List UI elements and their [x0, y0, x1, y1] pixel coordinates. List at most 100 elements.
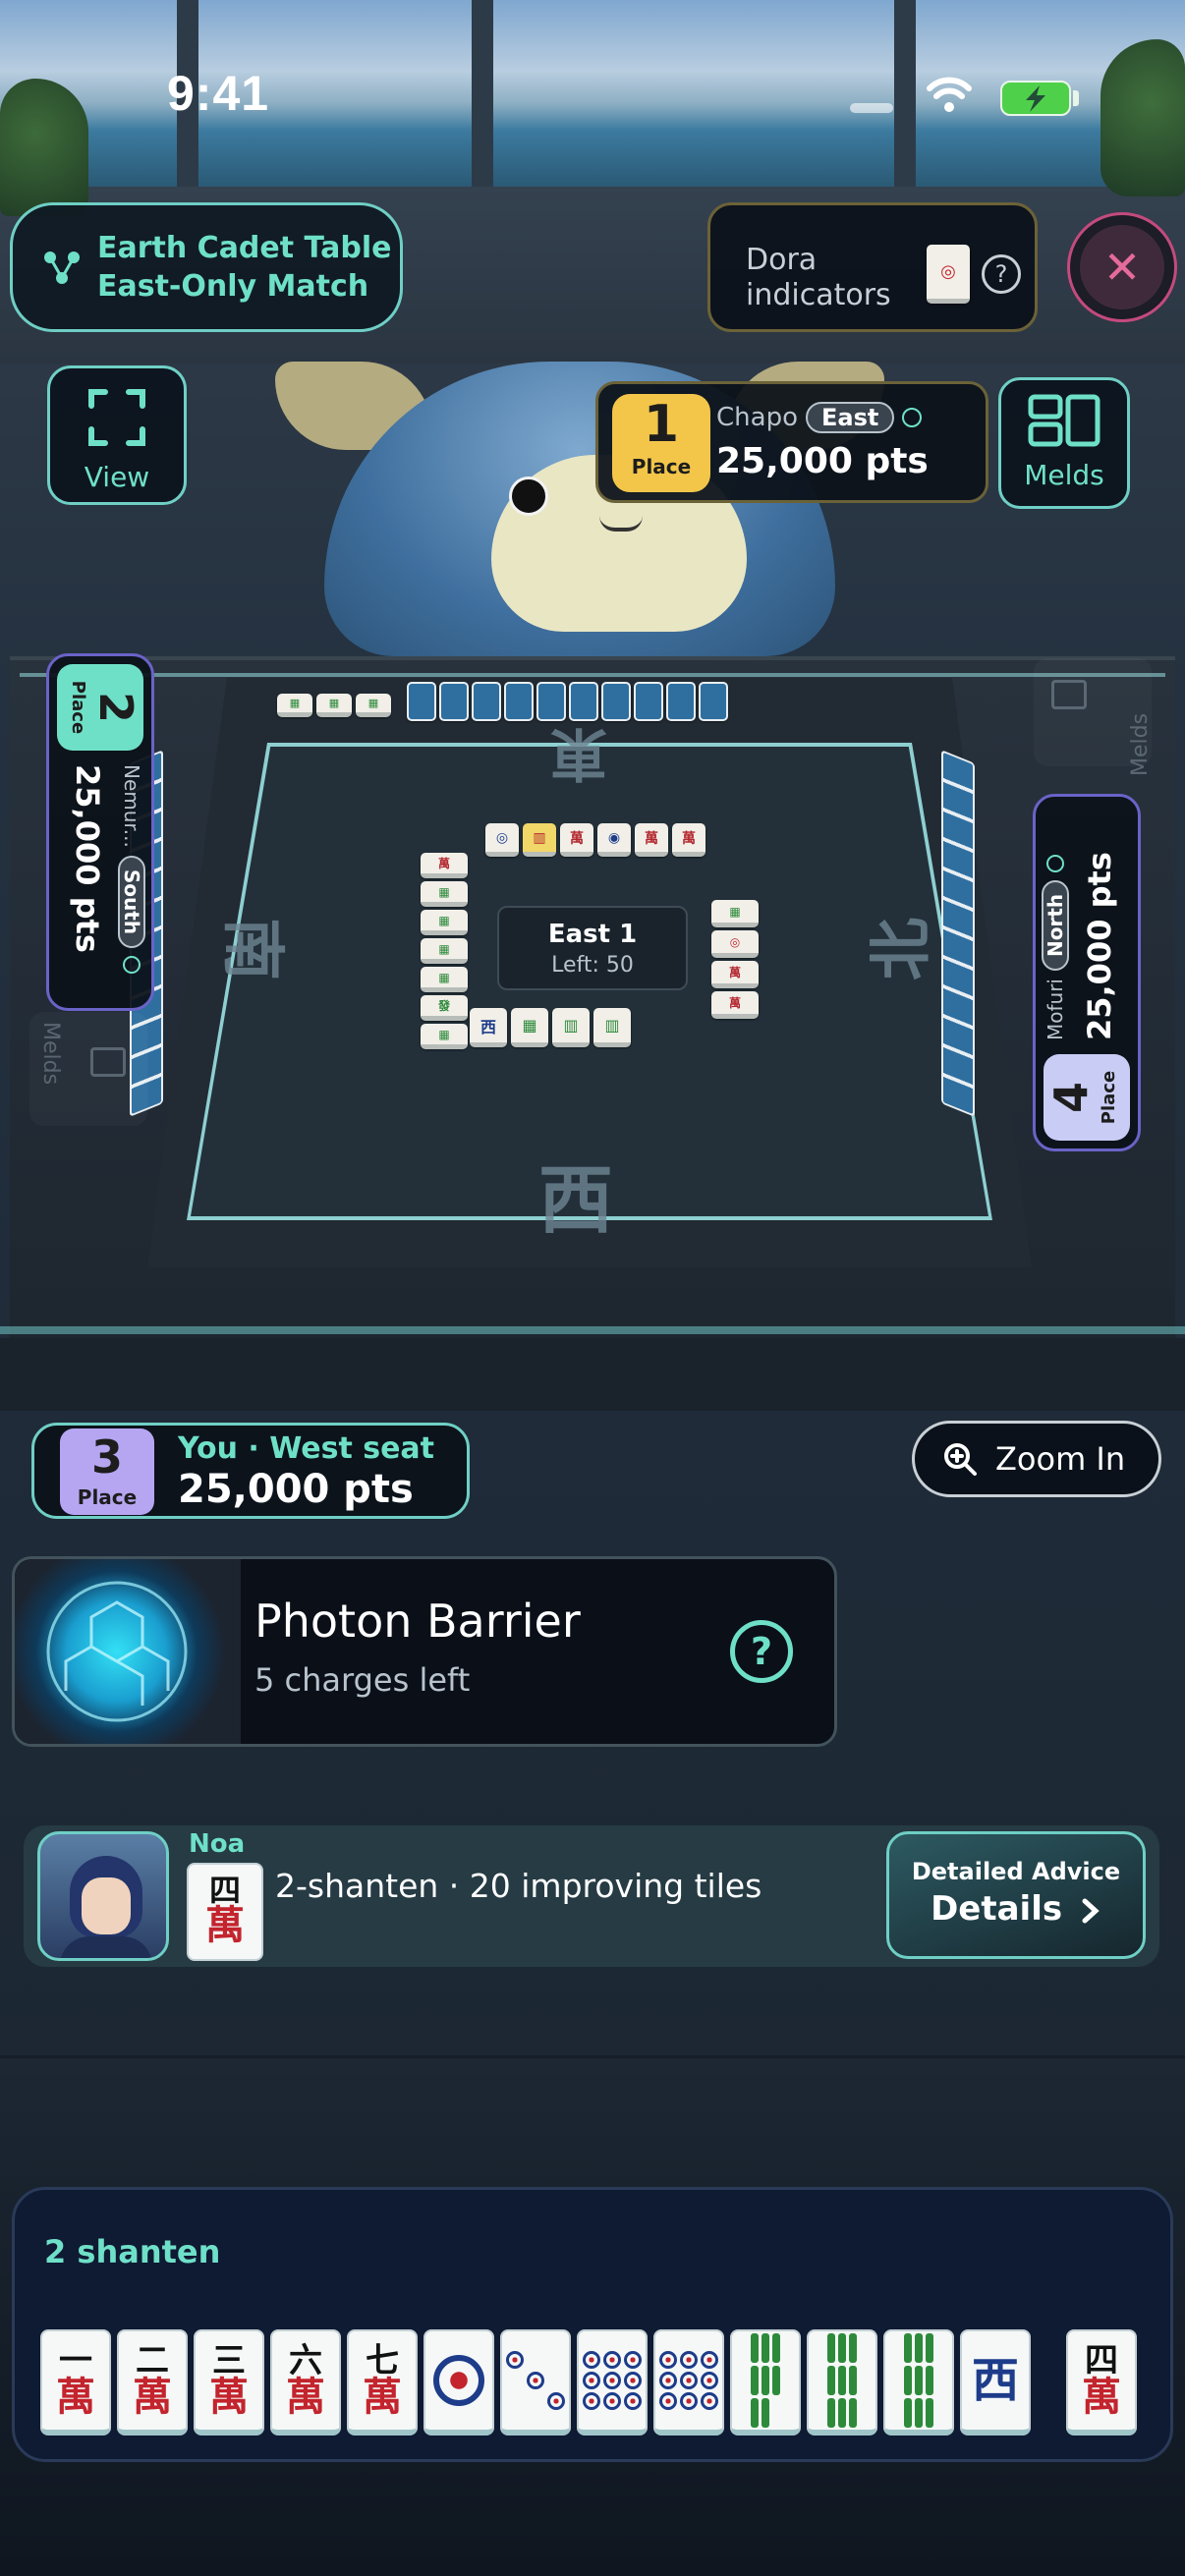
sou-sticks — [904, 2333, 933, 2428]
hand-tile[interactable] — [883, 2329, 954, 2436]
discard-tile: 萬 — [711, 991, 759, 1019]
pin-dot — [603, 2392, 621, 2410]
advisor-name: Noa — [189, 1829, 246, 1859]
seat-badge: South — [118, 855, 145, 949]
dora-indicators-panel[interactable]: Dora indicators ◎ ? — [707, 202, 1038, 332]
right-melds-button[interactable]: Melds — [1034, 658, 1153, 776]
hand-tile[interactable]: 七萬 — [347, 2329, 418, 2436]
bamboo-stick — [827, 2398, 835, 2428]
avatar-body — [60, 1936, 152, 1958]
pin-dot — [680, 2392, 698, 2410]
pin-dot — [433, 2355, 484, 2406]
tile-back — [504, 682, 534, 721]
close-button[interactable]: ✕ — [1067, 212, 1177, 322]
pin-dot — [701, 2392, 718, 2410]
hand-panel: 2 shanten 一萬二萬三萬六萬七萬西 四萬 — [12, 2187, 1173, 2462]
pin-dot — [583, 2392, 600, 2410]
pin-dot — [603, 2372, 621, 2389]
drawn-tile[interactable]: 四萬 — [1066, 2329, 1137, 2436]
hand-tile[interactable] — [730, 2329, 801, 2436]
discard-tile: ▦ — [421, 1024, 468, 1049]
table-rail — [20, 673, 1165, 677]
pin-dot — [680, 2351, 698, 2369]
top-player-hidden-hand — [407, 682, 728, 721]
divider — [0, 2055, 1185, 2058]
player-card-top[interactable]: 1 Place Chapo East 25,000 pts — [595, 381, 988, 503]
round-label: East 1 — [547, 920, 638, 949]
pin-dot — [547, 2392, 565, 2410]
hand-tile[interactable]: 一萬 — [40, 2329, 111, 2436]
hand-tile[interactable] — [807, 2329, 877, 2436]
bamboo-stick — [772, 2366, 780, 2395]
tile-back — [666, 682, 696, 721]
info-icon[interactable] — [1046, 854, 1064, 872]
your-points: 25,000 pts — [178, 1467, 414, 1512]
pin-dot — [701, 2351, 718, 2369]
dora-tile: ◎ — [927, 245, 970, 304]
wind-marker-west: 西 — [538, 1156, 613, 1244]
hand-tile[interactable]: 二萬 — [117, 2329, 188, 2436]
melds-button[interactable]: Melds — [998, 377, 1130, 509]
hand-tile[interactable]: 西 — [960, 2329, 1031, 2436]
hand-tile[interactable]: 三萬 — [194, 2329, 264, 2436]
hand-tile[interactable] — [423, 2329, 494, 2436]
details-caption: Detailed Advice — [911, 1858, 1121, 1885]
player-name: Mofuri — [1044, 979, 1067, 1040]
hand-tile[interactable] — [577, 2329, 648, 2436]
bamboo-stick — [915, 2366, 923, 2395]
bamboo-stick — [762, 2366, 769, 2395]
pin-dot — [583, 2351, 600, 2369]
discard-tile: ◎ — [711, 930, 759, 958]
skill-panel[interactable]: Photon Barrier 5 charges left ? — [12, 1556, 837, 1747]
hand-tile[interactable] — [500, 2329, 571, 2436]
discard-tile: ◉ — [597, 823, 631, 857]
skill-name: Photon Barrier — [254, 1595, 581, 1648]
bamboo-stick — [904, 2398, 912, 2428]
hand-tile[interactable] — [653, 2329, 724, 2436]
table-info-pill[interactable]: Earth Cadet Table East-Only Match — [10, 202, 403, 332]
place-badge: 3 Place — [60, 1428, 154, 1515]
player-card-you: 3 Place You · West seat 25,000 pts — [31, 1423, 470, 1519]
discard-tile: ▦ — [511, 1008, 548, 1047]
sou-sticks — [751, 2333, 780, 2428]
details-button[interactable]: Detailed Advice Details — [886, 1831, 1146, 1959]
pin-dots — [433, 2355, 484, 2406]
bamboo-stick — [904, 2366, 912, 2395]
pin-dot — [659, 2351, 677, 2369]
tile-suit: 萬 — [363, 2374, 402, 2420]
hand-tile[interactable]: 六萬 — [270, 2329, 341, 2436]
dora-help-button[interactable]: ? — [982, 254, 1021, 294]
discard-tile: 萬 — [560, 823, 593, 857]
top-player-discards: ◎ ▥ 萬 ◉ 萬 萬 — [485, 823, 705, 857]
place-label: Place — [1099, 1070, 1119, 1125]
left-melds-button[interactable]: Melds — [29, 1012, 147, 1126]
bamboo-stick — [915, 2333, 923, 2363]
wind-marker-north: 北 — [865, 918, 938, 980]
tile-suit: 萬 — [205, 1902, 245, 1948]
tile-number: 六 — [289, 2341, 322, 2380]
pin-dot — [624, 2392, 642, 2410]
advisor-summary: 2-shanten · 20 improving tiles — [275, 1867, 762, 1905]
wind-marker-south: 南 — [215, 918, 289, 980]
info-icon[interactable] — [902, 408, 923, 427]
player-card-left[interactable]: 2 Place Nemur... South 25,000 pts — [46, 653, 154, 1011]
discard-tile: ▥ — [593, 1008, 631, 1047]
place-label: Place — [631, 455, 692, 478]
info-icon[interactable] — [123, 956, 141, 975]
view-button[interactable]: View — [47, 365, 187, 505]
table-name-line2: East-Only Match — [97, 269, 369, 304]
discard-tile: 萬 — [711, 961, 759, 988]
dora-label-line2: indicators — [746, 278, 891, 312]
discard-tile: 萬 — [421, 853, 468, 878]
table-name-line1: Earth Cadet Table — [97, 231, 392, 265]
player-card-right[interactable]: 4 Place Mofuri North 25,000 pts — [1033, 794, 1141, 1151]
tile-back — [439, 682, 469, 721]
wifi-icon — [927, 77, 972, 112]
pin-dot — [680, 2372, 698, 2389]
melds-icon — [1028, 394, 1100, 447]
zoom-in-button[interactable]: Zoom In — [912, 1421, 1161, 1497]
bamboo-stick — [838, 2366, 846, 2395]
sou-sticks — [827, 2333, 857, 2428]
dora-label-line1: Dora — [746, 243, 818, 277]
skill-help-button[interactable]: ? — [730, 1620, 793, 1683]
